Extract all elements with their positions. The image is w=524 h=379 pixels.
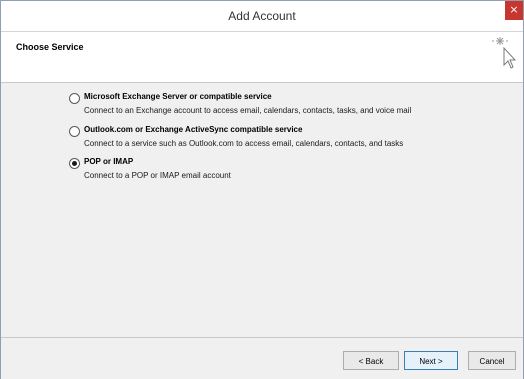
wizard-footer: < Back Next > Cancel xyxy=(1,337,523,379)
title-bar: Add Account × xyxy=(1,1,523,31)
window-title: Add Account xyxy=(228,9,296,23)
add-account-dialog: Add Account × Choose Service Microsoft E… xyxy=(0,0,524,379)
radio-exchange[interactable] xyxy=(69,93,80,104)
option-outlook-com-label[interactable]: Outlook.com or Exchange ActiveSync compa… xyxy=(84,125,302,134)
page-title: Choose Service xyxy=(16,42,84,52)
next-button[interactable]: Next > xyxy=(404,351,458,370)
option-exchange-description: Connect to an Exchange account to access… xyxy=(84,106,412,115)
cursor-sparkle-icon xyxy=(492,37,517,69)
option-pop-imap-label[interactable]: POP or IMAP xyxy=(84,157,133,166)
radio-outlook-com[interactable] xyxy=(69,126,80,137)
service-options: Microsoft Exchange Server or compatible … xyxy=(1,83,523,335)
radio-pop-imap[interactable] xyxy=(69,158,80,169)
option-exchange-label[interactable]: Microsoft Exchange Server or compatible … xyxy=(84,92,272,101)
option-outlook-com-description: Connect to a service such as Outlook.com… xyxy=(84,139,404,148)
back-button[interactable]: < Back xyxy=(343,351,399,370)
wizard-header: Choose Service xyxy=(1,31,523,83)
radio-selected-dot xyxy=(72,161,77,166)
cancel-button[interactable]: Cancel xyxy=(468,351,516,370)
close-button[interactable]: × xyxy=(505,1,523,20)
option-pop-imap-description: Connect to a POP or IMAP email account xyxy=(84,171,231,180)
